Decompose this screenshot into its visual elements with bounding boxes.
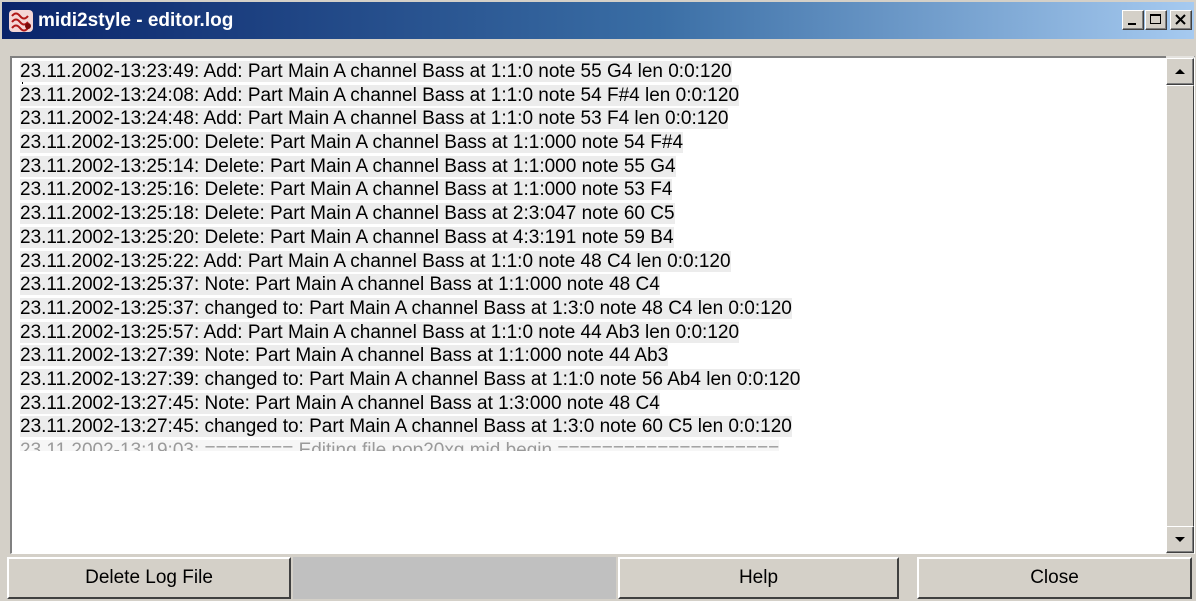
log-line: 23.11.2002-13:23:49: Add: Part Main A ch… (20, 60, 1170, 84)
minimize-button[interactable] (1122, 10, 1144, 30)
log-line-text: 23.11.2002-13:27:45: changed to: Part Ma… (20, 416, 792, 438)
arrow-up-icon (1175, 69, 1185, 74)
log-line: 23.11.2002-13:27:39: Note: Part Main A c… (20, 344, 1170, 368)
title-bar[interactable]: midi2style - editor.log (2, 2, 1194, 39)
close-icon (1175, 14, 1186, 25)
log-line-text: 23.11.2002-13:25:18: Delete: Part Main A… (20, 203, 675, 225)
log-lines: 23.11.2002-13:23:49: Add: Part Main A ch… (20, 60, 1170, 552)
log-line: 23.11.2002-13:25:37: changed to: Part Ma… (20, 297, 1170, 321)
log-line: 23.11.2002-13:25:22: Add: Part Main A ch… (20, 250, 1170, 274)
log-line: 23.11.2002-13:25:57: Add: Part Main A ch… (20, 321, 1170, 345)
log-line: 23.11.2002-13:25:18: Delete: Part Main A… (20, 202, 1170, 226)
log-line-text: 23.11.2002-13:23:49: Add: Part Main A ch… (20, 61, 732, 82)
minimize-icon (1128, 23, 1136, 25)
button-bar: Delete Log File Help Close (0, 554, 1196, 601)
close-button[interactable]: Close (917, 557, 1192, 599)
log-line: 23.11.2002-13:25:00: Delete: Part Main A… (20, 131, 1170, 155)
maximize-icon (1150, 14, 1161, 24)
log-line-text: 23.11.2002-13:25:37: changed to: Part Ma… (20, 297, 792, 319)
log-line-text: 23.11.2002-13:27:39: Note: Part Main A c… (20, 345, 669, 367)
arrow-down-icon (1175, 537, 1185, 542)
log-line-text: 23.11.2002-13:25:00: Delete: Part Main A… (20, 132, 684, 154)
window-title: midi2style - editor.log (38, 10, 234, 31)
log-line-text: 23.11.2002-13:25:22: Add: Part Main A ch… (20, 250, 731, 272)
log-line: 23.11.2002-13:27:39: changed to: Part Ma… (20, 368, 1170, 392)
scrollbar-thumb[interactable] (1166, 85, 1194, 542)
log-line-text: 23.11.2002-13:19:03: ======== Editing fi… (20, 440, 780, 451)
log-line: 23.11.2002-13:24:08: Add: Part Main A ch… (20, 84, 1170, 108)
log-line: 23.11.2002-13:25:16: Delete: Part Main A… (20, 178, 1170, 202)
help-button[interactable]: Help (618, 557, 899, 599)
log-line-text: 23.11.2002-13:24:08: Add: Part Main A ch… (20, 84, 740, 106)
log-line: 23.11.2002-13:27:45: changed to: Part Ma… (20, 415, 1170, 439)
log-line: 23.11.2002-13:25:14: Delete: Part Main A… (20, 155, 1170, 179)
scroll-down-button[interactable] (1166, 526, 1194, 553)
log-line-text: 23.11.2002-13:25:14: Delete: Part Main A… (20, 155, 676, 177)
log-line: 23.11.2002-13:24:48: Add: Part Main A ch… (20, 107, 1170, 131)
close-window-button[interactable] (1170, 10, 1192, 30)
midi2style-app-icon (9, 10, 33, 32)
scroll-up-button[interactable] (1166, 58, 1194, 85)
log-line-text: 23.11.2002-13:24:48: Add: Part Main A ch… (20, 108, 729, 130)
editor-log-window: midi2style - editor.log 23.11.2002-13:23… (0, 0, 1196, 601)
maximize-button[interactable] (1145, 10, 1167, 30)
log-line: 23.11.2002-13:25:20: Delete: Part Main A… (20, 226, 1170, 250)
log-line-text: 23.11.2002-13:25:20: Delete: Part Main A… (20, 226, 674, 248)
log-line: 23.11.2002-13:27:45: Note: Part Main A c… (20, 392, 1170, 416)
delete-log-file-button[interactable]: Delete Log File (7, 557, 291, 599)
log-line-partial: 23.11.2002-13:19:03: ======== Editing fi… (20, 439, 1170, 451)
log-line-text: 23.11.2002-13:27:39: changed to: Part Ma… (20, 368, 801, 390)
log-line-text: 23.11.2002-13:25:16: Delete: Part Main A… (20, 179, 673, 201)
log-text-area[interactable]: 23.11.2002-13:23:49: Add: Part Main A ch… (10, 56, 1195, 554)
log-line-text: 23.11.2002-13:27:45: Note: Part Main A c… (20, 392, 660, 414)
log-line-text: 23.11.2002-13:25:57: Add: Part Main A ch… (20, 321, 740, 343)
button-bar-spacer (293, 557, 616, 599)
log-line-text: 23.11.2002-13:25:37: Note: Part Main A c… (20, 274, 660, 296)
vertical-scrollbar[interactable] (1166, 56, 1194, 554)
log-line: 23.11.2002-13:25:37: Note: Part Main A c… (20, 273, 1170, 297)
